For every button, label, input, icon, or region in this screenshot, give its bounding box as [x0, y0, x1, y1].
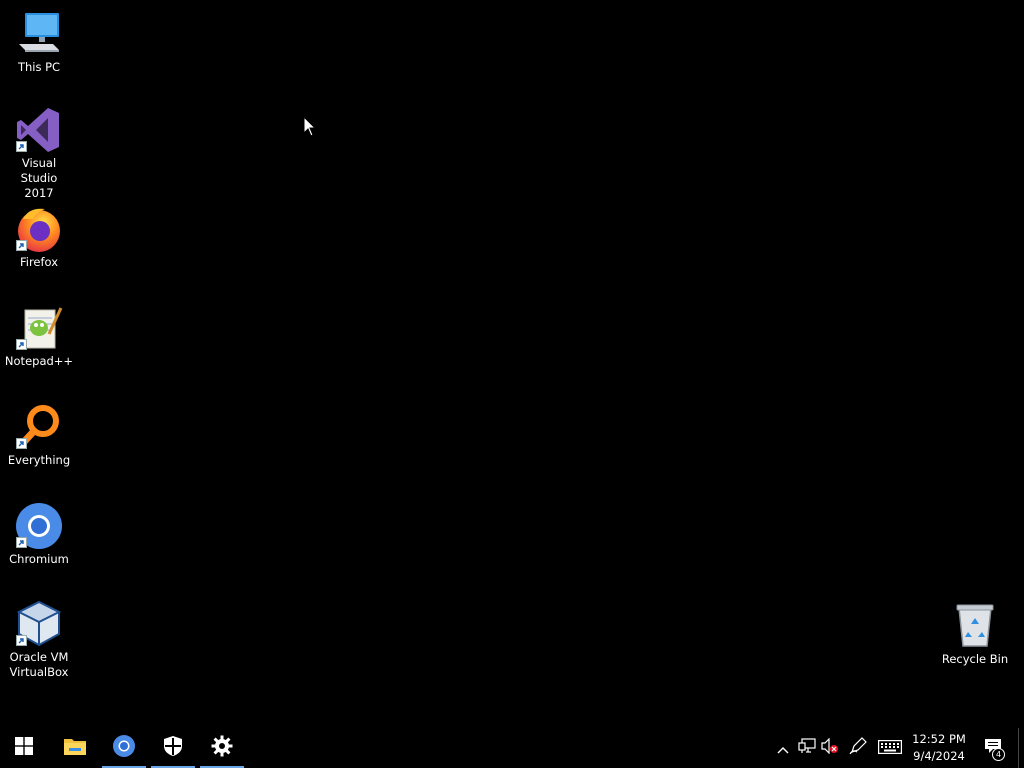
desktop-icon-label: This PC: [17, 60, 61, 74]
taskbar-windows-security[interactable]: [149, 728, 197, 768]
desktop: This PC Visual Studio 2017 Firefox Notep…: [0, 0, 1024, 728]
desktop-icon-label: Firefox: [19, 255, 59, 269]
desktop-icon-chromium[interactable]: Chromium: [2, 502, 76, 567]
pen-icon: [849, 737, 867, 759]
shortcut-arrow-icon: [16, 537, 27, 548]
desktop-icon-firefox[interactable]: Firefox: [2, 205, 76, 270]
recycle-bin-icon: [951, 602, 999, 650]
desktop-icon-label: Recycle Bin: [941, 652, 1009, 666]
virtualbox-icon: [15, 600, 63, 648]
action-center-button[interactable]: 4: [982, 738, 1005, 761]
firefox-icon: [15, 205, 63, 253]
keyboard-icon: [878, 739, 902, 758]
shortcut-arrow-icon: [16, 240, 27, 251]
notification-count-badge: 4: [992, 748, 1005, 761]
desktop-icon-notepad-plus-plus[interactable]: Notepad++: [2, 304, 76, 369]
settings-gear-icon: [211, 735, 233, 761]
taskbar-settings[interactable]: [198, 728, 246, 768]
notepad-plus-plus-icon: [15, 304, 63, 352]
taskbar-file-explorer[interactable]: [51, 728, 99, 768]
file-explorer-icon: [63, 736, 87, 760]
network-icon: [798, 738, 816, 758]
chevron-up-icon: [777, 739, 789, 758]
shortcut-arrow-icon: [16, 438, 27, 449]
clock-date: 9/4/2024: [913, 749, 965, 763]
desktop-icon-this-pc[interactable]: This PC: [2, 10, 76, 75]
everything-search-icon: [15, 403, 63, 451]
desktop-icon-label: Visual Studio 2017: [20, 156, 58, 200]
desktop-icon-label: Chromium: [9, 552, 69, 566]
desktop-icon-virtualbox[interactable]: Oracle VM VirtualBox: [2, 600, 76, 680]
chromium-icon: [112, 734, 136, 762]
desktop-icon-label: Everything: [7, 453, 71, 467]
start-button[interactable]: [0, 728, 48, 768]
touch-keyboard-button[interactable]: [877, 738, 903, 758]
computer-icon: [15, 10, 63, 58]
chromium-icon: [15, 502, 63, 550]
notifications-icon: 4: [984, 738, 1005, 761]
taskbar-clock[interactable]: 12:52 PM 9/4/2024: [908, 731, 970, 765]
windows-security-icon: [163, 735, 183, 761]
volume-button[interactable]: [820, 737, 840, 758]
volume-muted-icon: [821, 737, 839, 758]
show-hidden-icons-button[interactable]: [774, 738, 792, 758]
windows-start-icon: [15, 737, 33, 759]
desktop-icon-visual-studio[interactable]: Visual Studio 2017: [2, 106, 76, 201]
taskbar-chromium[interactable]: [100, 728, 148, 768]
network-button[interactable]: [797, 738, 817, 758]
mouse-cursor-icon: [303, 115, 317, 138]
shortcut-arrow-icon: [16, 635, 27, 646]
shortcut-arrow-icon: [16, 339, 27, 350]
desktop-icon-everything[interactable]: Everything: [2, 403, 76, 468]
visual-studio-icon: [15, 106, 63, 154]
desktop-icon-label: Oracle VM VirtualBox: [9, 650, 69, 679]
shortcut-arrow-icon: [16, 141, 27, 152]
show-desktop-button[interactable]: [1018, 728, 1024, 768]
pen-workspace-button[interactable]: [848, 737, 868, 759]
clock-time: 12:52 PM: [912, 732, 966, 746]
desktop-icon-recycle-bin[interactable]: Recycle Bin: [938, 602, 1012, 667]
desktop-icon-label: Notepad++: [4, 354, 74, 368]
taskbar: 12:52 PM 9/4/2024 4: [0, 728, 1024, 768]
